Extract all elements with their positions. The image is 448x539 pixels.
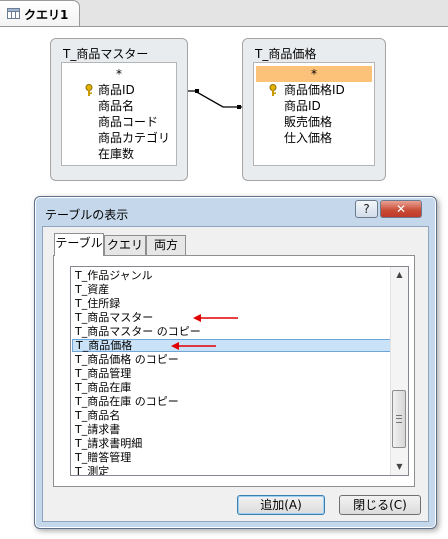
field-name: * — [311, 67, 317, 81]
field-name: 商品ID — [284, 99, 321, 113]
scrollbar-thumb[interactable] — [392, 390, 406, 448]
field-row-product-price-id[interactable]: 商品価格ID — [256, 82, 372, 98]
list-item[interactable]: T_贈答管理 — [72, 451, 391, 464]
field-row-product-code[interactable]: 商品コード — [64, 114, 174, 130]
table-window-product-price[interactable]: T_商品価格 * 商品価格ID 商品ID 販売価格 仕入価格 — [242, 38, 386, 181]
vertical-scrollbar[interactable]: ▲ ▼ — [390, 267, 408, 475]
list-item[interactable]: T_資産 — [72, 283, 391, 296]
list-item[interactable]: T_作品ジャンル — [72, 269, 391, 282]
field-list[interactable]: * 商品ID 商品名 商品コード 商品カテゴリ 在庫数 — [61, 62, 177, 166]
field-row-product-id[interactable]: 商品ID — [256, 98, 372, 114]
tab-both[interactable]: 両方 — [146, 235, 186, 255]
field-name: 商品価格ID — [284, 83, 345, 97]
table-listbox[interactable]: T_作品ジャンル T_資産 T_住所録 T_商品マスター T_商品マスター のコ… — [70, 266, 409, 476]
field-name: 商品カテゴリ — [98, 131, 171, 145]
tab-panel: T_作品ジャンル T_資産 T_住所録 T_商品マスター T_商品マスター のコ… — [53, 255, 415, 487]
list-item[interactable]: T_商品マスター のコピー — [72, 325, 391, 338]
annotation-arrow-icon — [193, 314, 238, 322]
query-tab-title: クエリ1 — [24, 8, 69, 22]
scroll-up-arrow-icon[interactable]: ▲ — [391, 267, 408, 283]
field-name: 販売価格 — [284, 115, 333, 129]
list-item[interactable]: T_請求書明細 — [72, 437, 391, 450]
list-item[interactable]: T_商品在庫 — [72, 381, 391, 394]
field-row-all[interactable]: * — [256, 66, 372, 82]
dialog-client-area: テーブル クエリ 両方 T_作品ジャンル T_資産 T_住所録 T_商品マスター… — [42, 226, 429, 522]
field-list[interactable]: * 商品価格ID 商品ID 販売価格 仕入価格 — [253, 62, 375, 166]
list-item[interactable]: T_商品価格 のコピー — [72, 353, 391, 366]
grip-icon — [396, 415, 402, 423]
field-name: 商品名 — [98, 99, 135, 113]
list-item[interactable]: T_住所録 — [72, 297, 391, 310]
field-row-cost-price[interactable]: 仕入価格 — [256, 130, 372, 146]
field-name: 仕入価格 — [284, 131, 333, 145]
query-icon — [7, 8, 20, 19]
field-name: 在庫数 — [98, 147, 135, 161]
field-row-stock[interactable]: 在庫数 — [64, 146, 174, 162]
field-row-selling-price[interactable]: 販売価格 — [256, 114, 372, 130]
close-icon[interactable]: ✕ — [380, 200, 422, 218]
list-item[interactable]: T_商品管理 — [72, 367, 391, 380]
close-button[interactable]: 閉じる(C) — [339, 495, 421, 515]
list-item[interactable]: T_測定 — [72, 465, 391, 475]
table-window-title: T_商品価格 — [255, 47, 317, 61]
show-table-dialog[interactable]: テーブルの表示 ? ✕ テーブル クエリ 両方 T_作品ジャンル T_資産 T_… — [34, 196, 437, 529]
field-name: * — [116, 67, 122, 81]
list-item[interactable]: T_商品名 — [72, 409, 391, 422]
annotation-arrow-icon — [171, 342, 216, 350]
field-row-product-category[interactable]: 商品カテゴリ — [64, 130, 174, 146]
dialog-title: テーブルの表示 — [45, 208, 129, 222]
list-item[interactable]: T_商品在庫 のコピー — [72, 395, 391, 408]
tab-queries[interactable]: クエリ — [104, 235, 146, 255]
table-window-product-master[interactable]: T_商品マスター * 商品ID 商品名 商品コード 商品カテゴリ 在庫数 — [50, 38, 188, 181]
tab-tables[interactable]: テーブル — [54, 233, 104, 256]
list-item-selected[interactable]: T_商品価格 — [72, 339, 391, 352]
scroll-down-arrow-icon[interactable]: ▼ — [391, 459, 408, 475]
table-window-title: T_商品マスター — [63, 47, 149, 61]
field-row-product-name[interactable]: 商品名 — [64, 98, 174, 114]
add-button[interactable]: 追加(A) — [237, 495, 325, 515]
field-name: 商品コード — [98, 115, 159, 129]
field-row-all[interactable]: * — [64, 66, 174, 82]
field-row-product-id[interactable]: 商品ID — [64, 82, 174, 98]
query-document-tab[interactable]: クエリ1 — [0, 0, 80, 26]
help-button[interactable]: ? — [355, 200, 378, 218]
primary-key-icon — [85, 84, 93, 96]
field-name: 商品ID — [98, 83, 135, 97]
list-item[interactable]: T_請求書 — [72, 423, 391, 436]
primary-key-icon — [269, 84, 277, 96]
